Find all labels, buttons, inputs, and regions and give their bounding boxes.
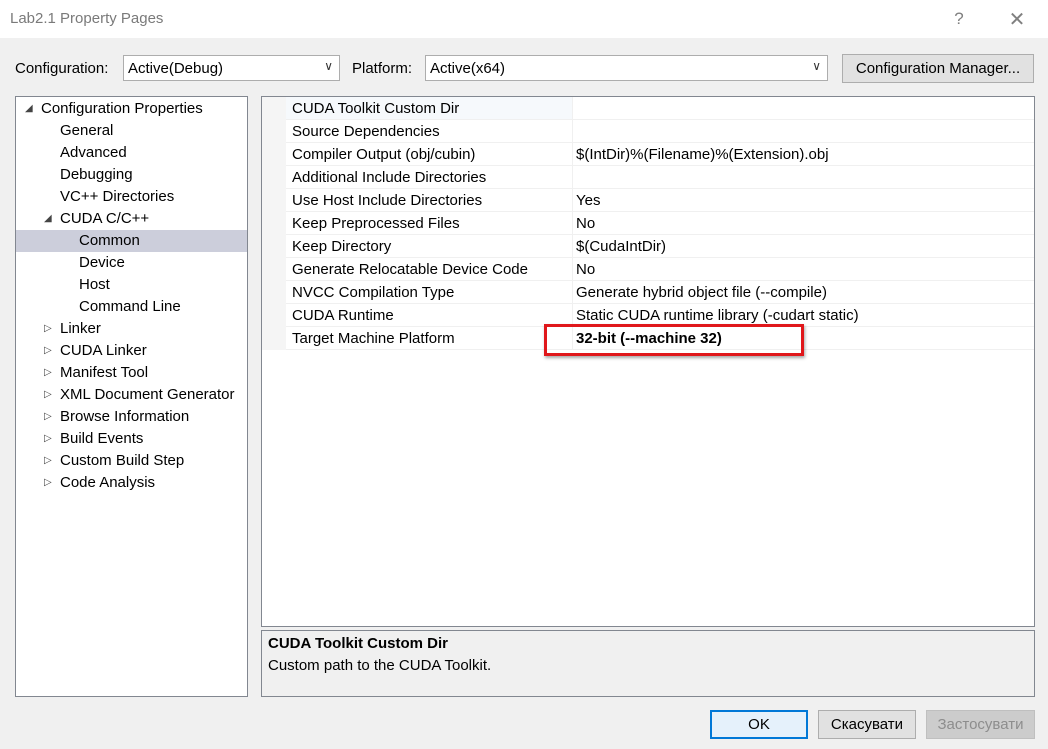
collapsed-triangle-icon[interactable]: ▷	[44, 472, 52, 494]
ok-button[interactable]: OK	[710, 710, 808, 739]
property-row-compiler-output[interactable]: Compiler Output (obj/cubin) $(IntDir)%(F…	[286, 143, 1034, 166]
property-name: CUDA Toolkit Custom Dir	[292, 100, 460, 117]
property-name: Additional Include Directories	[292, 169, 487, 186]
property-row-generate-relocatable-device-code[interactable]: Generate Relocatable Device Code No	[286, 258, 1034, 281]
configuration-label: Configuration:	[15, 60, 109, 77]
tree-item-code-analysis[interactable]: ▷ Code Analysis	[16, 472, 247, 494]
property-name: Use Host Include Directories	[292, 192, 483, 209]
property-row-nvcc-compilation-type[interactable]: NVCC Compilation Type Generate hybrid ob…	[286, 281, 1034, 304]
property-value[interactable]: Static CUDA runtime library (-cudart sta…	[576, 307, 859, 324]
tree-item-advanced[interactable]: Advanced	[60, 142, 127, 164]
tree-item-manifest-tool[interactable]: ▷ Manifest Tool	[16, 362, 247, 384]
collapsed-triangle-icon[interactable]: ▷	[44, 340, 52, 362]
tree-item-cuda-linker[interactable]: ▷ CUDA Linker	[16, 340, 247, 362]
description-title: CUDA Toolkit Custom Dir	[268, 635, 448, 652]
expanded-triangle-icon[interactable]: ◢	[25, 98, 33, 120]
tree-item-debugging[interactable]: Debugging	[60, 164, 133, 186]
configuration-dropdown[interactable]: Active(Debug) ∨	[123, 55, 340, 81]
property-name: Keep Preprocessed Files	[292, 215, 460, 232]
tree-item-common[interactable]: Common	[16, 230, 247, 252]
collapsed-triangle-icon[interactable]: ▷	[44, 406, 52, 428]
property-grid[interactable]: CUDA Toolkit Custom Dir Source Dependenc…	[261, 96, 1035, 627]
grid-gutter	[262, 97, 286, 350]
property-name: NVCC Compilation Type	[292, 284, 455, 301]
tree-item-device[interactable]: Device	[79, 252, 125, 274]
property-tree[interactable]: ◢ Configuration Properties General Advan…	[15, 96, 248, 697]
property-row-use-host-include-directories[interactable]: Use Host Include Directories Yes	[286, 189, 1034, 212]
platform-value: Active(x64)	[430, 60, 506, 77]
tree-item-configuration-properties[interactable]: ◢ Configuration Properties	[16, 98, 247, 120]
property-row-source-dependencies[interactable]: Source Dependencies	[286, 120, 1034, 143]
collapsed-triangle-icon[interactable]: ▷	[44, 450, 52, 472]
window-title: Lab2.1 Property Pages	[10, 10, 164, 27]
chevron-down-icon: ∨	[812, 59, 821, 73]
property-name: Compiler Output (obj/cubin)	[292, 146, 476, 163]
property-value[interactable]: $(CudaIntDir)	[576, 238, 666, 255]
title-bar: Lab2.1 Property Pages ? ✕	[0, 0, 1048, 38]
platform-label: Platform:	[352, 60, 413, 77]
highlight-box	[544, 324, 804, 356]
tree-item-vc-directories[interactable]: VC++ Directories	[60, 186, 174, 208]
description-panel: CUDA Toolkit Custom Dir Custom path to t…	[261, 630, 1035, 697]
property-name: Keep Directory	[292, 238, 392, 255]
property-row-additional-include-directories[interactable]: Additional Include Directories	[286, 166, 1034, 189]
tree-item-xml-document-generator[interactable]: ▷ XML Document Generator	[16, 384, 247, 406]
expanded-triangle-icon[interactable]: ◢	[44, 208, 52, 230]
collapsed-triangle-icon[interactable]: ▷	[44, 428, 52, 450]
property-value[interactable]: No	[576, 261, 595, 278]
tree-item-host[interactable]: Host	[79, 274, 110, 296]
property-value[interactable]: Yes	[576, 192, 600, 209]
property-name: Target Machine Platform	[292, 330, 455, 347]
chevron-down-icon: ∨	[324, 59, 333, 73]
property-row-cuda-toolkit-custom-dir[interactable]: CUDA Toolkit Custom Dir	[286, 97, 1034, 120]
property-name: CUDA Runtime	[292, 307, 394, 324]
collapsed-triangle-icon[interactable]: ▷	[44, 318, 52, 340]
tree-item-linker[interactable]: ▷ Linker	[16, 318, 247, 340]
collapsed-triangle-icon[interactable]: ▷	[44, 384, 52, 406]
property-name: Generate Relocatable Device Code	[292, 261, 528, 278]
platform-dropdown[interactable]: Active(x64) ∨	[425, 55, 828, 81]
tree-item-custom-build-step[interactable]: ▷ Custom Build Step	[16, 450, 247, 472]
apply-button[interactable]: Застосувати	[926, 710, 1035, 739]
tree-item-command-line[interactable]: Command Line	[79, 296, 181, 318]
property-row-keep-directory[interactable]: Keep Directory $(CudaIntDir)	[286, 235, 1034, 258]
property-value[interactable]: No	[576, 215, 595, 232]
tree-item-build-events[interactable]: ▷ Build Events	[16, 428, 247, 450]
property-name: Source Dependencies	[292, 123, 440, 140]
configuration-manager-button[interactable]: Configuration Manager...	[842, 54, 1034, 83]
help-button[interactable]: ?	[936, 0, 982, 38]
property-value[interactable]: $(IntDir)%(Filename)%(Extension).obj	[576, 146, 829, 163]
close-button[interactable]: ✕	[994, 0, 1040, 38]
collapsed-triangle-icon[interactable]: ▷	[44, 362, 52, 384]
cancel-button[interactable]: Скасувати	[818, 710, 916, 739]
property-value[interactable]: Generate hybrid object file (--compile)	[576, 284, 827, 301]
configuration-value: Active(Debug)	[128, 60, 224, 77]
tree-item-general[interactable]: General	[60, 120, 113, 142]
description-text: Custom path to the CUDA Toolkit.	[268, 657, 492, 674]
tree-item-browse-information[interactable]: ▷ Browse Information	[16, 406, 247, 428]
tree-item-cuda-c-cpp[interactable]: ◢ CUDA C/C++	[16, 208, 247, 230]
property-row-keep-preprocessed-files[interactable]: Keep Preprocessed Files No	[286, 212, 1034, 235]
